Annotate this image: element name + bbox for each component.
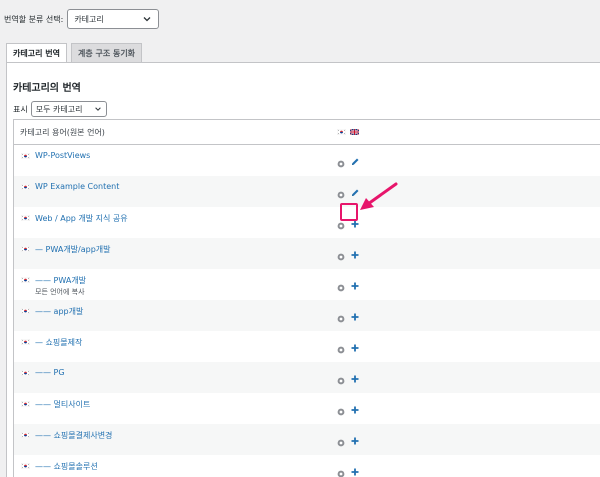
category-term-link[interactable]: —— PWA개발 — [35, 275, 86, 286]
gear-icon[interactable] — [337, 463, 345, 477]
gb-flag-icon — [350, 129, 359, 135]
gear-icon[interactable] — [337, 432, 345, 451]
category-term-link[interactable]: — PWA개발/app개발 — [35, 244, 111, 255]
translation-panel: 카테고리의 번역 표시 모두 카테고리 카테고리 용어(원본 언어) WP-Po… — [6, 62, 600, 477]
table-row: WP Example Content — [14, 176, 600, 207]
tab-label: 계층 구조 동기화 — [77, 48, 136, 58]
table-row: —— 쇼핑몰솔루션 — [14, 455, 600, 477]
plus-icon[interactable] — [350, 431, 360, 450]
ko-flag-icon — [21, 432, 30, 438]
ko-flag-icon — [21, 463, 30, 469]
ko-flag-icon — [21, 401, 30, 407]
display-filter-value: 모두 카테고리 — [35, 104, 83, 114]
gear-icon[interactable] — [337, 339, 345, 358]
table-row: —— 쇼핑몰결제사변경 — [14, 424, 600, 455]
ko-flag-icon — [21, 246, 30, 252]
copy-to-all-languages-link[interactable]: 모든 언어에 복사 — [35, 287, 85, 297]
ko-flag-icon — [21, 370, 30, 376]
gear-icon[interactable] — [337, 246, 345, 265]
category-term-link[interactable]: —— 멀티사이트 — [35, 399, 90, 410]
tab-label: 카테고리 번역 — [13, 49, 60, 58]
plus-icon[interactable] — [350, 245, 360, 264]
tab-bar: 카테고리 번역 계층 구조 동기화 — [6, 43, 143, 63]
taxonomy-select-label: 번역할 분류 선택: — [4, 14, 64, 24]
plus-icon[interactable] — [350, 369, 360, 388]
gear-icon[interactable] — [337, 153, 345, 172]
plus-icon[interactable] — [350, 462, 360, 477]
ko-flag-icon — [21, 339, 30, 345]
table-row: —— app개발 — [14, 300, 600, 331]
table-row: —— 멀티사이트 — [14, 393, 600, 424]
category-term-link[interactable]: Web / App 개발 지식 공유 — [35, 213, 128, 224]
display-label: 표시 — [13, 104, 28, 114]
category-term-link[interactable]: WP-PostViews — [35, 151, 90, 160]
table-row: — PWA개발/app개발 — [14, 238, 600, 269]
gear-icon[interactable] — [337, 370, 345, 389]
plus-icon[interactable] — [350, 338, 360, 357]
category-term-link[interactable]: —— 쇼핑몰결제사변경 — [35, 430, 112, 441]
plus-icon[interactable] — [350, 307, 360, 326]
ko-flag-icon — [21, 153, 30, 159]
category-term-link[interactable]: —— PG — [35, 368, 65, 377]
display-filter-select[interactable]: 모두 카테고리 — [30, 101, 107, 117]
panel-title: 카테고리의 번역 — [13, 83, 81, 94]
gear-icon[interactable] — [337, 184, 345, 203]
gear-icon[interactable] — [337, 308, 345, 327]
plus-icon[interactable] — [350, 276, 360, 295]
category-table: 카테고리 용어(원본 언어) WP-PostViews WP Example Co… — [13, 119, 600, 477]
ko-flag-icon — [21, 215, 30, 221]
table-header: 카테고리 용어(원본 언어) — [14, 120, 600, 145]
table-body: WP-PostViews WP Example Content Web / App … — [14, 145, 600, 477]
table-row: Web / App 개발 지식 공유 — [14, 207, 600, 238]
language-flags-header — [337, 129, 359, 135]
tab-hierarchy-sync[interactable]: 계층 구조 동기화 — [70, 43, 143, 62]
ko-flag-icon — [21, 277, 30, 283]
chevron-down-icon — [143, 17, 151, 22]
taxonomy-select-row: 번역할 분류 선택: 카테고리 — [4, 9, 160, 29]
chevron-down-icon — [94, 107, 101, 111]
ko-flag-icon — [21, 184, 30, 190]
gear-icon[interactable] — [337, 401, 345, 420]
table-row: —— PG — [14, 362, 600, 393]
category-term-link[interactable]: — 쇼핑몰제작 — [35, 337, 82, 348]
taxonomy-select[interactable]: 카테고리 — [67, 9, 160, 29]
column-header-term: 카테고리 용어(원본 언어) — [20, 127, 105, 137]
category-term-link[interactable]: WP Example Content — [35, 182, 119, 191]
gear-icon[interactable] — [337, 277, 345, 296]
table-row: WP-PostViews — [14, 145, 600, 176]
table-row: — 쇼핑몰제작 — [14, 331, 600, 362]
plus-icon[interactable] — [350, 400, 360, 419]
taxonomy-select-value: 카테고리 — [74, 14, 104, 24]
display-filter-row: 표시 모두 카테고리 — [13, 101, 107, 117]
table-row: —— PWA개발 모든 언어에 복사 — [14, 269, 600, 300]
ko-flag-icon — [21, 308, 30, 314]
category-term-link[interactable]: —— 쇼핑몰솔루션 — [35, 461, 98, 472]
ko-flag-icon — [337, 129, 346, 135]
category-term-link[interactable]: —— app개발 — [35, 306, 83, 317]
pointer-arrow-icon — [360, 182, 398, 210]
pencil-icon[interactable] — [350, 152, 360, 171]
tab-category-translation[interactable]: 카테고리 번역 — [6, 43, 67, 63]
